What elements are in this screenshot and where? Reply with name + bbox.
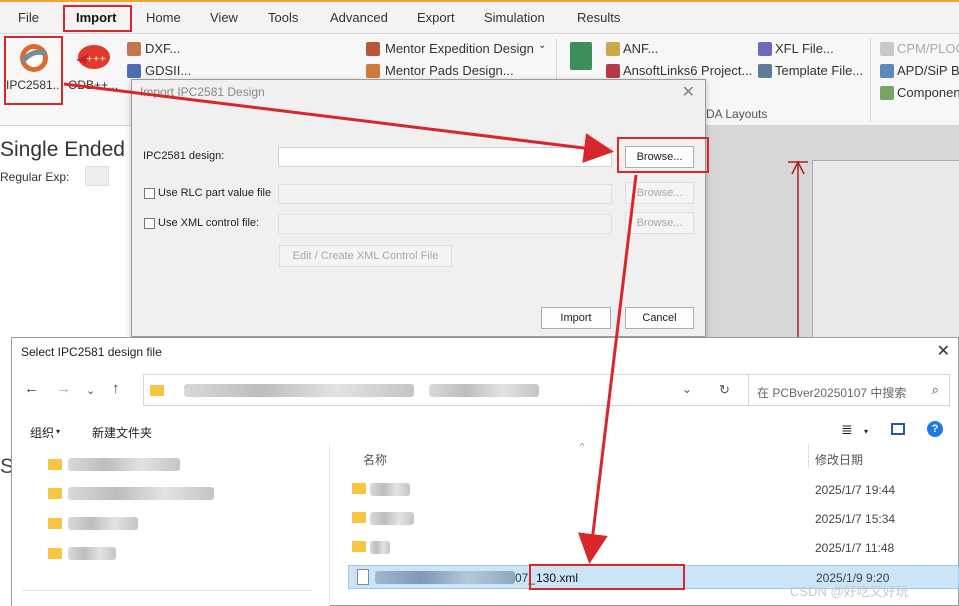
arrow-to-browse bbox=[63, 82, 614, 163]
watermark: CSDN @好吃又好玩 bbox=[790, 584, 909, 599]
annotation-arrows bbox=[63, 82, 638, 564]
arrow-to-file bbox=[577, 174, 638, 564]
